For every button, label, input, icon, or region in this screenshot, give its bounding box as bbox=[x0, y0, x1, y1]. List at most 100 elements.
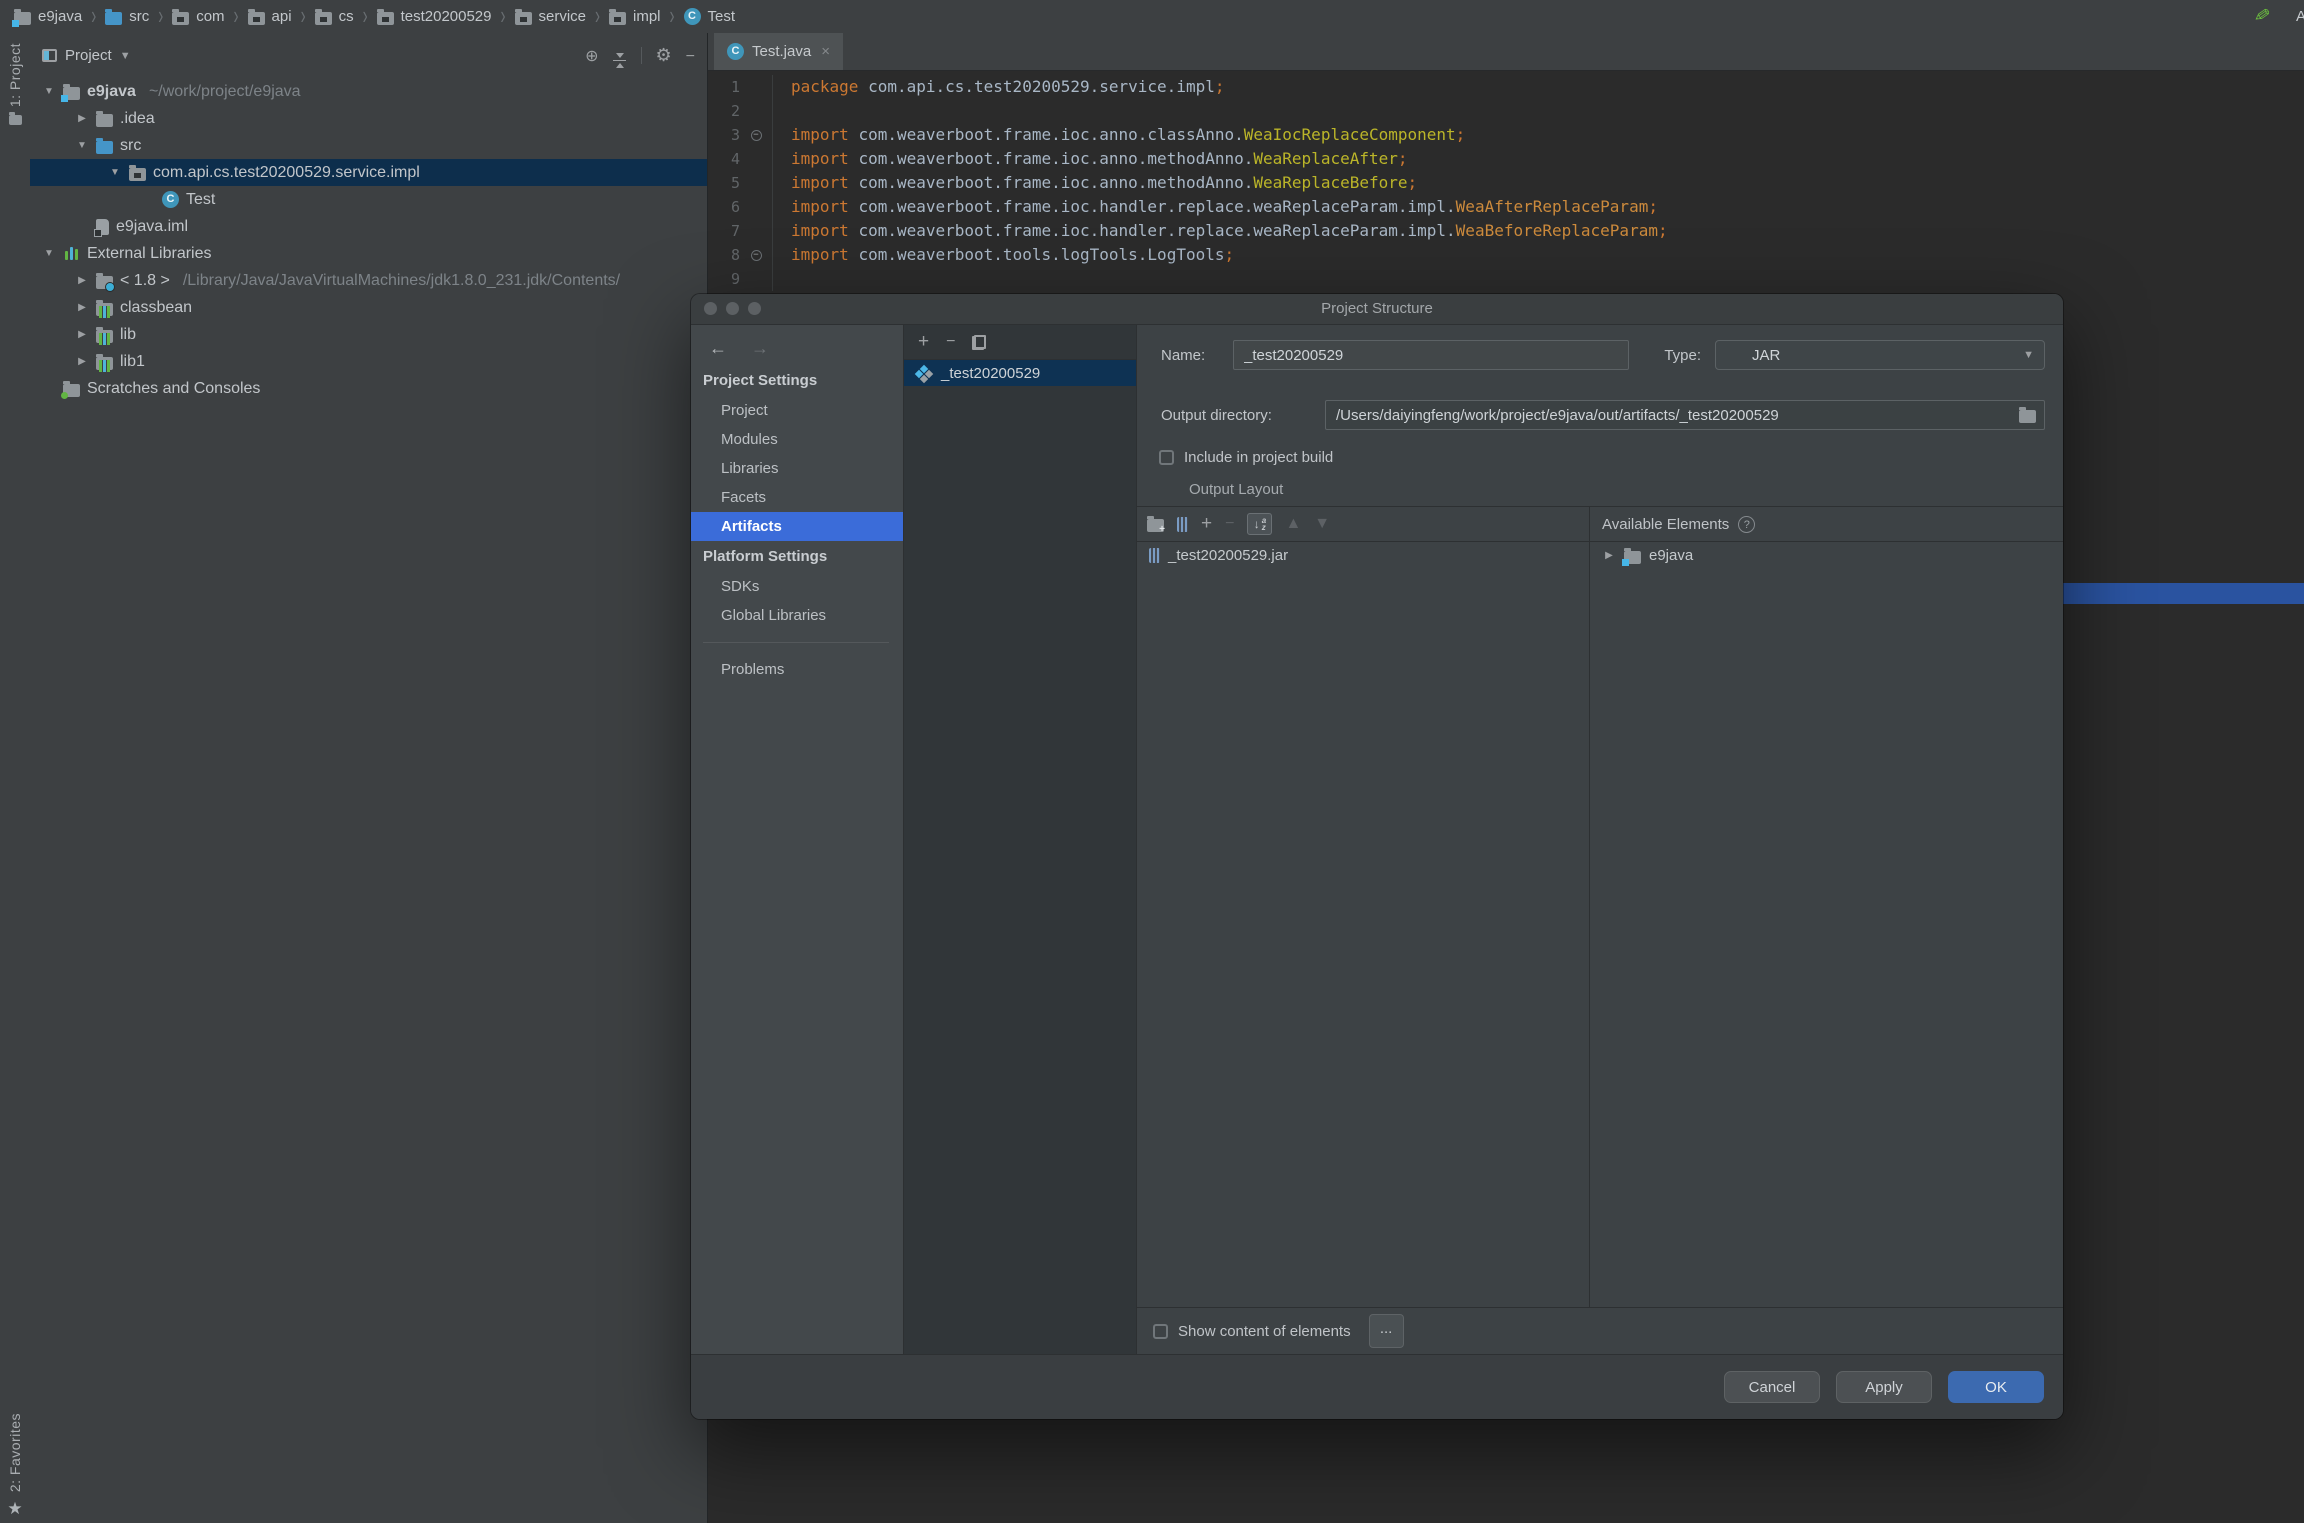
breadcrumb-item-impl[interactable]: impl bbox=[609, 8, 661, 25]
locate-icon[interactable]: ⊕ bbox=[585, 48, 598, 65]
tree-item-lib[interactable]: ▶ lib bbox=[30, 321, 707, 348]
ellipsis-button[interactable]: ... bbox=[1368, 1314, 1404, 1348]
breadcrumb-item-com[interactable]: com bbox=[172, 8, 225, 25]
folder-src-icon bbox=[96, 137, 113, 154]
tree-arrow-down-icon[interactable]: ▼ bbox=[42, 86, 56, 97]
stripe-favorites-button[interactable]: 2: Favorites ★ bbox=[0, 1413, 30, 1517]
hide-button[interactable]: − bbox=[686, 47, 695, 65]
chevron-down-icon[interactable]: ▼ bbox=[120, 50, 131, 62]
stripe-project-button[interactable]: 1: Project bbox=[0, 43, 30, 126]
locate-button[interactable]: ⊕ bbox=[585, 47, 598, 65]
breadcrumb-items: e9java › src › com › api › cs › test20200529 › servi… bbox=[12, 2, 737, 31]
tree-item-classbean[interactable]: ▶ classbean bbox=[30, 294, 707, 321]
tree-arrow-right-icon[interactable]: ▶ bbox=[75, 356, 89, 367]
line-number: 5 bbox=[730, 174, 740, 192]
tree-item-label: Scratches and Consoles bbox=[87, 379, 261, 397]
move-down-icon[interactable]: ▼ bbox=[1314, 516, 1330, 532]
code-segment: com.weaverboot.frame.ioc.anno.methodAnno… bbox=[858, 149, 1254, 168]
output-directory-input[interactable] bbox=[1326, 406, 2019, 424]
sidebar-item-artifacts[interactable]: Artifacts bbox=[691, 512, 903, 541]
sidebar-item-global-libraries[interactable]: Global Libraries bbox=[691, 601, 903, 630]
sidebar-item-problems[interactable]: Problems bbox=[691, 655, 903, 684]
breadcrumb-separator: › bbox=[91, 2, 97, 31]
ok-button[interactable]: OK bbox=[1948, 1371, 2044, 1403]
code-text: import com.weaverboot.frame.ioc.handler.… bbox=[791, 195, 1658, 219]
tree-item-label: e9java bbox=[87, 82, 136, 100]
sidebar-item-facets[interactable]: Facets bbox=[691, 483, 903, 512]
gear-icon[interactable]: ⚙ bbox=[656, 45, 672, 65]
tree-item-label: .idea bbox=[120, 109, 155, 127]
tree-arrow-right-icon[interactable]: ▶ bbox=[75, 113, 89, 124]
sidebar-item-sdks[interactable]: SDKs bbox=[691, 572, 903, 601]
available-elements-tree: ▶ e9java bbox=[1590, 542, 2063, 569]
dialog-title-bar[interactable]: Project Structure bbox=[691, 294, 2063, 325]
breadcrumb-separator: › bbox=[500, 2, 506, 31]
remove-dis-icon[interactable]: − bbox=[1225, 516, 1234, 532]
folder-pkg-icon bbox=[247, 8, 265, 25]
output-layout-label: Output Layout bbox=[1189, 481, 1284, 498]
project-view-selector[interactable]: Project bbox=[65, 47, 112, 64]
fold-marker-icon[interactable]: − bbox=[750, 129, 762, 141]
back-arrow-icon[interactable]: ← bbox=[709, 338, 727, 359]
tree-arrow-right-icon[interactable]: ▶ bbox=[75, 302, 89, 313]
tree-arrow-down-icon[interactable]: ▼ bbox=[75, 140, 89, 151]
code-segment: import bbox=[791, 125, 859, 144]
sidebar-item-modules[interactable]: Modules bbox=[691, 425, 903, 454]
tree-item-lib1[interactable]: ▶ lib1 bbox=[30, 348, 707, 375]
breadcrumb-item-service[interactable]: service bbox=[514, 8, 586, 25]
code-line: 7 import com.weaverboot.frame.ioc.handler… bbox=[708, 219, 2304, 243]
tree-item-test[interactable]: Test bbox=[30, 186, 707, 213]
remove-icon[interactable]: − bbox=[946, 334, 955, 350]
artifact-detail-panel: Name: Type: JAR ▼ Output directory: bbox=[1137, 325, 2063, 1354]
breadcrumb-item-api[interactable]: api bbox=[247, 8, 292, 25]
add-icon[interactable]: + bbox=[1201, 514, 1212, 533]
tree-arrow-right-icon[interactable]: ▶ bbox=[75, 329, 89, 340]
tree-arrow-right-icon[interactable]: ▶ bbox=[75, 275, 89, 286]
include-in-build-checkbox[interactable] bbox=[1159, 449, 1174, 465]
artifact-list-item[interactable]: _test20200529 bbox=[904, 360, 1136, 386]
tree-item-e9java-iml[interactable]: e9java.iml bbox=[30, 213, 707, 240]
tree-arrow-right-icon[interactable]: ▶ bbox=[1602, 550, 1616, 561]
show-content-label: Show content of elements bbox=[1178, 1322, 1351, 1340]
name-input[interactable] bbox=[1233, 340, 1629, 370]
tree-item-com-api-cs-test20200529-service-impl[interactable]: ▼ com.api.cs.test20200529.service.impl bbox=[30, 159, 707, 186]
type-dropdown[interactable]: JAR ▼ bbox=[1715, 340, 2045, 370]
apply-button[interactable]: Apply bbox=[1836, 1371, 1932, 1403]
breadcrumb-item-src[interactable]: src bbox=[105, 8, 149, 25]
fold-marker-icon[interactable]: − bbox=[750, 249, 762, 261]
tree-item-e9java[interactable]: ▼ e9java ~/work/project/e9java bbox=[30, 78, 707, 105]
breadcrumb-item-e9java[interactable]: e9java bbox=[12, 8, 82, 27]
move-up-icon[interactable]: ▲ bbox=[1285, 516, 1301, 532]
tree-item--idea[interactable]: ▶ .idea bbox=[30, 105, 707, 132]
artifact-icon bbox=[1726, 347, 1743, 364]
close-icon[interactable]: × bbox=[821, 43, 830, 60]
add-icon[interactable]: + bbox=[918, 332, 929, 351]
artifact-icon bbox=[914, 364, 934, 383]
tree-item-label: e9java.iml bbox=[116, 217, 189, 235]
help-icon[interactable] bbox=[1738, 515, 1756, 533]
cancel-button[interactable]: Cancel bbox=[1724, 1371, 1820, 1403]
fold-column bbox=[740, 267, 773, 291]
breadcrumb-item-Test[interactable]: Test bbox=[683, 8, 735, 25]
collapse-all-button[interactable] bbox=[613, 44, 627, 68]
breadcrumb-item-cs[interactable]: cs bbox=[314, 8, 354, 25]
sidebar-item-project[interactable]: Project bbox=[691, 396, 903, 425]
tree-arrow-down-icon[interactable]: ▼ bbox=[42, 248, 56, 259]
gear-button[interactable]: ⚙ bbox=[656, 45, 672, 65]
tree-item-src[interactable]: ▼ src bbox=[30, 132, 707, 159]
line-number: 7 bbox=[730, 222, 740, 240]
tree-item-label: External Libraries bbox=[87, 244, 212, 262]
available-tree-item[interactable]: ▶ e9java bbox=[1590, 542, 2063, 569]
tree-item-external-libraries[interactable]: ▼ External Libraries bbox=[30, 240, 707, 267]
copy-icon[interactable] bbox=[972, 334, 987, 350]
forward-arrow-icon[interactable]: → bbox=[751, 338, 769, 359]
tab-test-java[interactable]: Test.java × bbox=[714, 33, 843, 70]
tree-item-scratches-and-consoles[interactable]: Scratches and Consoles bbox=[30, 375, 707, 402]
tree-arrow-down-icon[interactable]: ▼ bbox=[108, 167, 122, 178]
show-content-checkbox[interactable] bbox=[1153, 1323, 1168, 1339]
breadcrumb-item-test20200529[interactable]: test20200529 bbox=[376, 8, 492, 25]
browse-folder-icon[interactable] bbox=[2019, 407, 2036, 423]
output-tree-item[interactable]: _test20200529.jar bbox=[1137, 542, 1589, 569]
sidebar-item-libraries[interactable]: Libraries bbox=[691, 454, 903, 483]
tree-item--1-8-[interactable]: ▶ < 1.8 > /Library/Java/JavaVirtualMachine… bbox=[30, 267, 707, 294]
